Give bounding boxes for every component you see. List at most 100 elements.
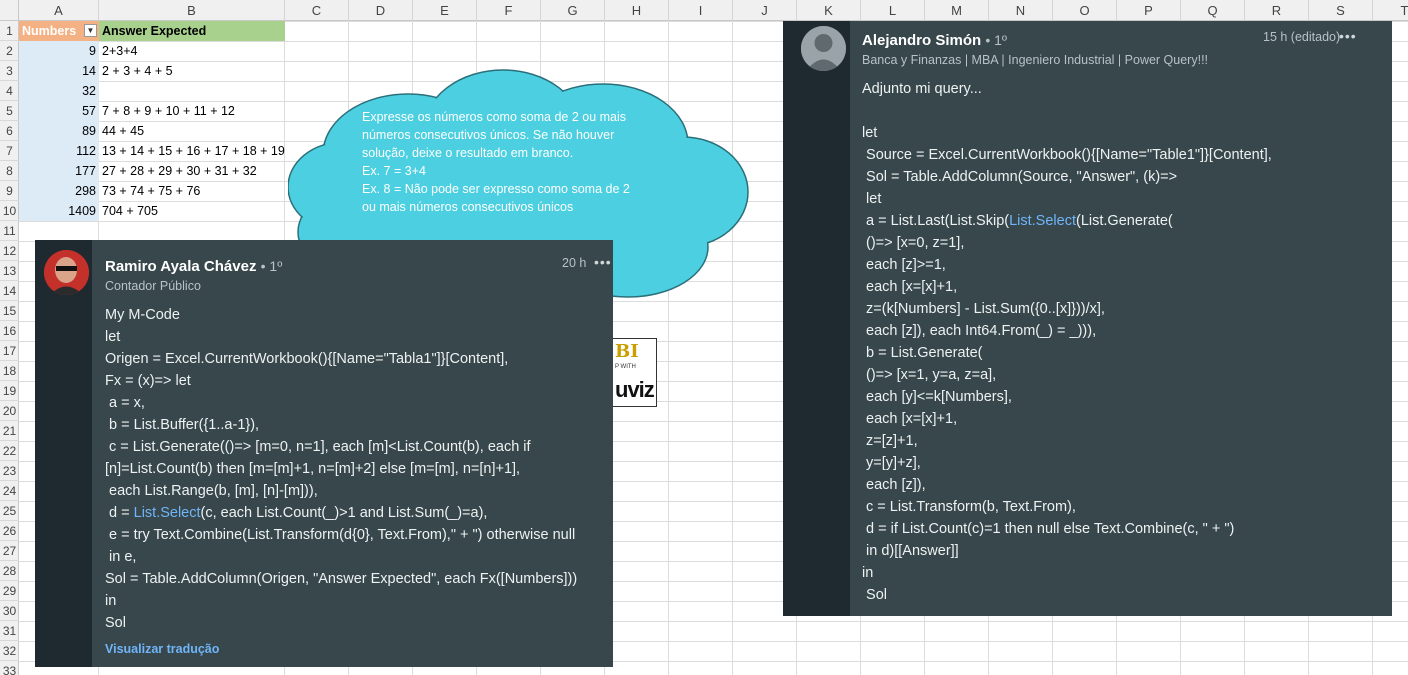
code-line: Source = Excel.CurrentWorkbook(){[Name="… [862,147,1272,163]
code-line: y=[y]+z], [862,455,921,471]
row-header-23[interactable]: 23 [0,461,19,481]
row-header-27[interactable]: 27 [0,541,19,561]
commenter-name-text[interactable]: Ramiro Ayala Chávez [105,258,256,275]
column-header-l[interactable]: L [861,0,925,21]
row-header-24[interactable]: 24 [0,481,19,501]
column-header-g[interactable]: G [541,0,605,21]
row-header-33[interactable]: 33 [0,661,19,675]
column-header-t[interactable]: T [1373,0,1408,21]
row-header-32[interactable]: 32 [0,641,19,661]
row-header-17[interactable]: 17 [0,341,19,361]
commenter-name[interactable]: Alejandro Simón • 1º [862,32,1007,49]
avatar[interactable] [801,26,846,71]
row-header-16[interactable]: 16 [0,321,19,341]
row-header-13[interactable]: 13 [0,261,19,281]
numbers-cell[interactable]: 9 [19,41,99,61]
answer-cell[interactable]: 73 + 74 + 75 + 76 [99,181,285,201]
answer-cell[interactable]: 2+3+4 [99,41,285,61]
column-header-r[interactable]: R [1245,0,1309,21]
numbers-cell[interactable]: 32 [19,81,99,101]
commenter-name-text[interactable]: Alejandro Simón [862,32,981,49]
column-header-b[interactable]: B [99,0,285,21]
header-answer-expected[interactable]: Answer Expected [99,21,285,41]
row-header-26[interactable]: 26 [0,521,19,541]
row-header-20[interactable]: 20 [0,401,19,421]
column-header-f[interactable]: F [477,0,541,21]
column-header-k[interactable]: K [797,0,861,21]
column-header-o[interactable]: O [1053,0,1117,21]
numbers-cell[interactable]: 89 [19,121,99,141]
row-header-28[interactable]: 28 [0,561,19,581]
column-header-j[interactable]: J [733,0,797,21]
column-header-h[interactable]: H [605,0,669,21]
row-header-30[interactable]: 30 [0,601,19,621]
filter-dropdown-icon[interactable]: ▼ [84,24,97,37]
code-line: let [862,191,882,207]
column-header-s[interactable]: S [1309,0,1373,21]
code-line: a = x, [105,395,145,411]
logo-text-mid: P WITH [615,364,636,370]
code-fragment: a = [862,213,891,229]
column-header-e[interactable]: E [413,0,477,21]
code-line: [n]=List.Count(b) then [m=[m]+1, n=[m]+2… [105,461,521,477]
code-fragment: d = [105,505,134,521]
row-header-7[interactable]: 7 [0,141,19,161]
select-all-corner[interactable] [0,0,19,21]
logo-text-top: BI [615,341,639,362]
row-header-19[interactable]: 19 [0,381,19,401]
row-header-2[interactable]: 2 [0,41,19,61]
column-header-c[interactable]: C [285,0,349,21]
answer-cell[interactable] [99,81,285,101]
row-header-9[interactable]: 9 [0,181,19,201]
row-header-18[interactable]: 18 [0,361,19,381]
row-header-4[interactable]: 4 [0,81,19,101]
code-fragment: (List.Generate( [1076,213,1173,229]
hashtag-link[interactable]: List.Select [134,505,201,521]
numbers-cell[interactable]: 112 [19,141,99,161]
more-options-icon[interactable]: ••• [1339,28,1357,44]
row-header-15[interactable]: 15 [0,301,19,321]
row-header-11[interactable]: 11 [0,221,19,241]
answer-cell[interactable]: 7 + 8 + 9 + 10 + 11 + 12 [99,101,285,121]
avatar[interactable] [44,250,89,295]
column-header-d[interactable]: D [349,0,413,21]
row-header-22[interactable]: 22 [0,441,19,461]
code-line: Sol = Table.AddColumn(Origen, "Answer Ex… [105,571,578,587]
row-header-29[interactable]: 29 [0,581,19,601]
hashtag-link[interactable]: List.Select [1009,213,1076,229]
row-header-12[interactable]: 12 [0,241,19,261]
row-header-1[interactable]: 1 [0,21,19,41]
column-header-p[interactable]: P [1117,0,1181,21]
code-line: Adjunto mi query... [862,81,982,97]
column-header-n[interactable]: N [989,0,1053,21]
column-header-a[interactable]: A [19,0,99,21]
code-line: b = List.Buffer({1..a-1}), [105,417,260,433]
answer-cell[interactable]: 704 + 705 [99,201,285,221]
row-header-21[interactable]: 21 [0,421,19,441]
numbers-cell[interactable]: 14 [19,61,99,81]
numbers-cell[interactable]: 298 [19,181,99,201]
row-header-14[interactable]: 14 [0,281,19,301]
answer-cell[interactable]: 44 + 45 [99,121,285,141]
answer-cell[interactable]: 13 + 14 + 15 + 16 + 17 + 18 + 19 [99,141,285,161]
row-header-31[interactable]: 31 [0,621,19,641]
numbers-cell[interactable]: 177 [19,161,99,181]
answer-cell[interactable]: 2 + 3 + 4 + 5 [99,61,285,81]
row-header-5[interactable]: 5 [0,101,19,121]
see-translation-link[interactable]: Visualizar tradução [105,642,219,656]
row-header-8[interactable]: 8 [0,161,19,181]
commenter-name[interactable]: Ramiro Ayala Chávez • 1º [105,258,282,275]
numbers-cell[interactable]: 1409 [19,201,99,221]
row-header-10[interactable]: 10 [0,201,19,221]
column-header-m[interactable]: M [925,0,989,21]
row-header-3[interactable]: 3 [0,61,19,81]
column-header-i[interactable]: I [669,0,733,21]
more-options-icon[interactable]: ••• [594,254,612,270]
numbers-cell[interactable]: 57 [19,101,99,121]
row-header-25[interactable]: 25 [0,501,19,521]
column-header-q[interactable]: Q [1181,0,1245,21]
header-numbers[interactable]: Numbers ▼ [19,21,99,41]
row-header-6[interactable]: 6 [0,121,19,141]
screenshot-stage: ABCDEFGHIJKLMNOPQRST 1 2 3 4 5 6 7 8 9 10 11 12 13 14… [0,0,1408,675]
answer-cell[interactable]: 27 + 28 + 29 + 30 + 31 + 32 [99,161,285,181]
